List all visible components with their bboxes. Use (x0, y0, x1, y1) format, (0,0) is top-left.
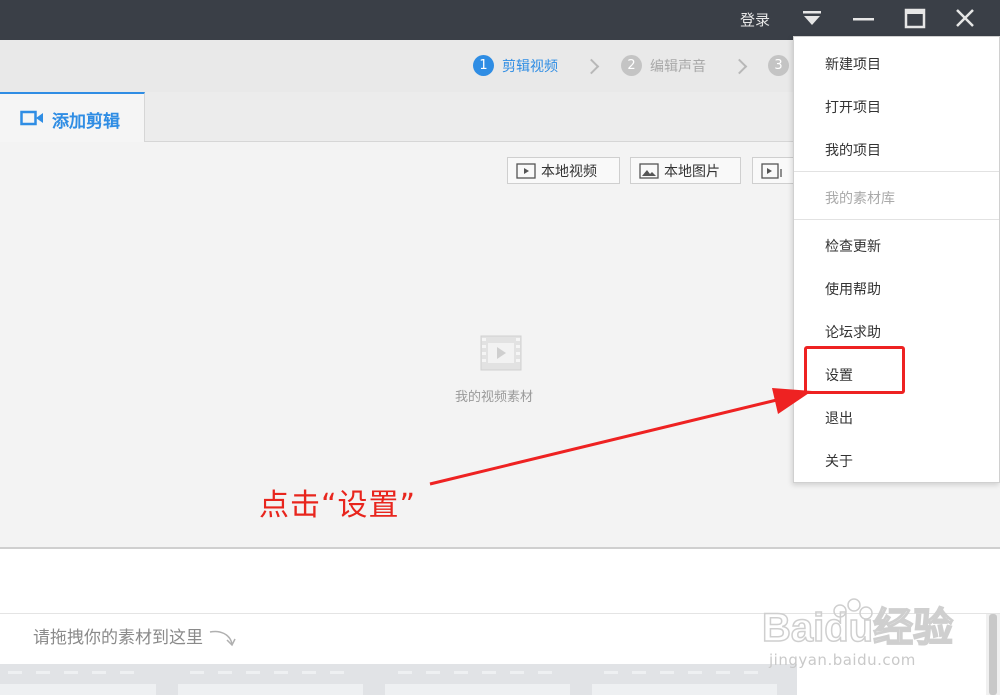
title-bar: 登录 (0, 0, 1000, 40)
maximize-icon (904, 8, 926, 29)
step-number: 2 (621, 55, 642, 76)
step-edit-video[interactable]: 1 剪辑视频 (473, 55, 558, 76)
main-menu-dropdown: 新建项目 打开项目 我的项目 我的素材库 检查更新 使用帮助 论坛求助 设置 退… (793, 36, 1000, 483)
track-dash (36, 671, 50, 674)
clip-slot (385, 684, 570, 695)
clip-slot (592, 684, 777, 695)
local-video-button[interactable]: 本地视频 (507, 157, 620, 184)
step-number: 1 (473, 55, 494, 76)
menu-item-new-project[interactable]: 新建项目 (825, 54, 881, 74)
close-button[interactable] (945, 0, 985, 40)
menu-item-about[interactable]: 关于 (825, 451, 853, 471)
tab-add-clip[interactable]: 添加剪辑 (0, 92, 145, 142)
track-dash (398, 671, 412, 674)
image-icon (639, 162, 659, 179)
empty-state-label: 我的视频素材 (455, 390, 534, 405)
watermark-url: jingyan.baidu.com (769, 651, 916, 669)
button-label: 本地图片 (664, 163, 720, 180)
maximize-button[interactable] (895, 0, 935, 40)
curved-arrow-icon (210, 630, 237, 647)
track-dash (510, 671, 524, 674)
track-dash (426, 671, 440, 674)
menu-item-check-update[interactable]: 检查更新 (825, 236, 881, 256)
track-dash (716, 671, 730, 674)
track-dash (120, 671, 134, 674)
track-dash (190, 671, 204, 674)
video-camera-icon (20, 110, 43, 126)
clip-slot (0, 684, 156, 695)
drag-hint-text: 请拖拽你的素材到这里 (33, 628, 203, 648)
track-dash (688, 671, 702, 674)
track-dash (246, 671, 260, 674)
drag-hint: 请拖拽你的素材到这里 (33, 623, 238, 648)
menu-separator (794, 219, 999, 220)
button-label: 本地视频 (541, 163, 597, 180)
menu-separator (794, 171, 999, 172)
track-dash (744, 671, 758, 674)
import-video-icon (761, 162, 782, 179)
track-dash (218, 671, 232, 674)
menu-item-exit[interactable]: 退出 (825, 408, 853, 428)
step-label: 剪辑视频 (502, 58, 558, 75)
play-video-icon (516, 162, 536, 179)
chevron-right-icon (731, 58, 748, 75)
track-dash (482, 671, 496, 674)
minimize-button[interactable] (843, 0, 883, 40)
track-dash (538, 671, 552, 674)
track-dash (330, 671, 344, 674)
dropdown-triangle-icon (803, 11, 821, 25)
annotation-text: 点击“设置” (259, 488, 417, 523)
menu-item-forum[interactable]: 论坛求助 (825, 322, 881, 342)
close-icon (956, 9, 974, 27)
login-link[interactable]: 登录 (740, 9, 770, 30)
clip-slot (178, 684, 363, 695)
track-dash (8, 671, 22, 674)
menu-dropdown-button[interactable] (793, 0, 833, 40)
menu-item-my-library[interactable]: 我的素材库 (825, 188, 895, 208)
step-edit-audio[interactable]: 2 编辑声音 (621, 55, 706, 76)
track-dash (632, 671, 646, 674)
menu-item-open-project[interactable]: 打开项目 (825, 97, 881, 117)
track-dash (604, 671, 618, 674)
track-dash (660, 671, 674, 674)
settings-highlight-box (804, 346, 905, 394)
minimize-icon (853, 18, 874, 21)
clip-track[interactable] (0, 664, 797, 695)
track-dash (92, 671, 106, 674)
local-image-button[interactable]: 本地图片 (630, 157, 741, 184)
track-dash (64, 671, 78, 674)
track-dash (274, 671, 288, 674)
step-number: 3 (768, 55, 789, 76)
watermark-logo-text: Baidu经验 (762, 606, 953, 650)
scrollbar-thumb[interactable] (989, 614, 997, 695)
track-dash (302, 671, 316, 674)
track-dash (454, 671, 468, 674)
film-icon (480, 335, 522, 371)
chevron-right-icon (583, 58, 600, 75)
menu-item-help[interactable]: 使用帮助 (825, 279, 881, 299)
tab-label: 添加剪辑 (52, 112, 120, 132)
step-label: 编辑声音 (650, 58, 706, 75)
timeline-scrollbar[interactable] (986, 614, 1000, 695)
menu-item-my-projects[interactable]: 我的项目 (825, 140, 881, 160)
